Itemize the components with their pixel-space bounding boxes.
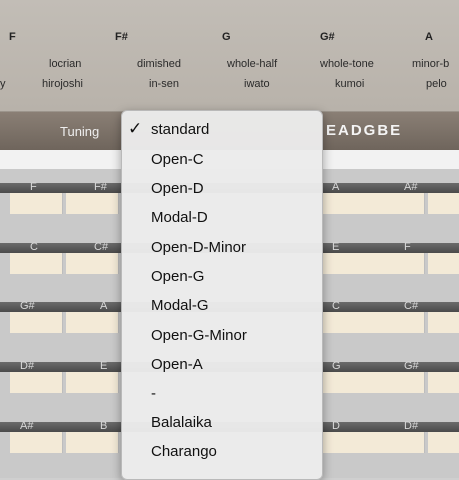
fret-note[interactable]: F# xyxy=(94,181,107,193)
fret-note[interactable]: B xyxy=(100,420,107,432)
fret-note[interactable]: D# xyxy=(20,360,34,372)
fret-note[interactable]: F xyxy=(30,181,37,193)
tuning-value: EADGBE xyxy=(326,122,403,139)
menu-item-charango[interactable]: Charango xyxy=(122,440,322,462)
fret-note[interactable]: G# xyxy=(404,360,419,372)
fret-note[interactable]: C xyxy=(332,300,340,312)
fret-note[interactable]: D xyxy=(332,420,340,432)
note-f-sharp[interactable]: F# xyxy=(115,31,128,43)
note-g-sharp[interactable]: G# xyxy=(320,31,335,43)
menu-item-modal-g[interactable]: Modal-G xyxy=(122,294,322,316)
fret-note[interactable]: A# xyxy=(20,420,33,432)
scale-kumoi[interactable]: kumoi xyxy=(335,78,364,90)
scale-pelo[interactable]: pelo xyxy=(426,78,447,90)
menu-separator: - xyxy=(151,385,156,402)
menu-item-open-c[interactable]: Open-C xyxy=(122,148,322,170)
fret-note[interactable]: F xyxy=(404,241,411,253)
fret-note[interactable]: G# xyxy=(20,300,35,312)
fret-note[interactable]: E xyxy=(332,241,339,253)
menu-item-open-a[interactable]: Open-A xyxy=(122,353,322,375)
menu-item-open-g[interactable]: Open-G xyxy=(122,265,322,287)
fret-note[interactable]: C# xyxy=(94,241,108,253)
menu-item-open-d[interactable]: Open-D xyxy=(122,177,322,199)
menu-item-standard[interactable]: ✓ standard xyxy=(122,118,322,140)
scale-whole-half[interactable]: whole-half xyxy=(227,58,277,70)
fret-note[interactable]: C# xyxy=(404,300,418,312)
fret-note[interactable]: A xyxy=(332,181,339,193)
fret-note[interactable]: A# xyxy=(404,181,417,193)
fret-note[interactable]: E xyxy=(100,360,107,372)
scale-partial[interactable]: y xyxy=(0,78,6,90)
tuning-dropdown-menu[interactable]: ✓ standard Open-C Open-D Modal-D Open-D-… xyxy=(121,110,323,480)
scale-locrian[interactable]: locrian xyxy=(49,58,81,70)
fret-note[interactable]: G xyxy=(332,360,341,372)
fret-note[interactable]: A xyxy=(100,300,107,312)
scale-panel: F F# G G# A locrian dimished whole-half … xyxy=(0,0,459,112)
scale-dimished[interactable]: dimished xyxy=(137,58,181,70)
tuning-label: Tuning xyxy=(60,124,100,139)
scale-iwato[interactable]: iwato xyxy=(244,78,270,90)
note-a[interactable]: A xyxy=(425,31,433,43)
scale-in-sen[interactable]: in-sen xyxy=(149,78,179,90)
menu-item-balalaika[interactable]: Balalaika xyxy=(122,411,322,433)
note-f[interactable]: F xyxy=(9,31,16,43)
checkmark-icon: ✓ xyxy=(128,119,143,138)
scale-whole-tone[interactable]: whole-tone xyxy=(320,58,374,70)
menu-item-open-g-minor[interactable]: Open-G-Minor xyxy=(122,324,322,346)
menu-item-open-d-minor[interactable]: Open-D-Minor xyxy=(122,236,322,258)
menu-item-modal-d[interactable]: Modal-D xyxy=(122,206,322,228)
fret-note[interactable]: D# xyxy=(404,420,418,432)
fret-note[interactable]: C xyxy=(30,241,38,253)
scale-minor-b[interactable]: minor-b xyxy=(412,58,449,70)
note-g[interactable]: G xyxy=(222,31,231,43)
scale-hirojoshi[interactable]: hirojoshi xyxy=(42,78,83,90)
